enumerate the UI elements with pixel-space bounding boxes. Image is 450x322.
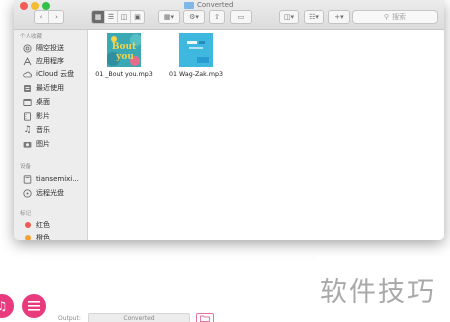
sidebar-item-music[interactable]: ♫ 音乐: [23, 124, 50, 136]
tag-icon: ▭: [237, 13, 245, 21]
sidebar-item-label: tiansemixi...: [36, 175, 79, 183]
sidebar-item-label: 隔空投送: [36, 44, 64, 52]
sidebar-section-tags: 标记: [20, 211, 32, 217]
gear-icon: ⚙▾: [189, 13, 199, 21]
sidebar-item-label: 应用程序: [36, 57, 64, 65]
sidebar-item-label: 音乐: [36, 126, 50, 134]
folder-icon: [184, 1, 194, 9]
movies-icon: [23, 111, 32, 121]
document-icon: ◫▾: [283, 13, 295, 21]
window-title: Converted: [197, 1, 234, 9]
sidebar-item-movies[interactable]: 影片: [23, 110, 50, 122]
album-art-thumbnail: Bout you: [107, 33, 141, 67]
folder-icon: [200, 315, 210, 322]
output-label: Output:: [58, 315, 81, 322]
arrange-icon: ▦▾: [163, 13, 175, 21]
search-placeholder: 搜索: [392, 13, 407, 21]
album-art-text-1: Bout: [112, 42, 137, 52]
column-view-icon[interactable]: ◫: [118, 11, 131, 23]
orange-tag-icon: [24, 235, 31, 240]
share-icon: ⇧: [214, 13, 220, 21]
album-art-text-2: you: [115, 52, 134, 62]
sidebar-item-label: 图片: [36, 140, 50, 148]
file-area: Bout you 01 _Bout you.mp3 01 Wag-Zak.mp3: [89, 31, 444, 240]
sidebar-item-label: iCloud 云盘: [36, 70, 75, 78]
pictures-icon: [23, 140, 32, 149]
minimize-window-button[interactable]: [31, 2, 39, 10]
sidebar-item-computer[interactable]: tiansemixi...: [23, 173, 79, 185]
red-tag-icon: [24, 222, 31, 228]
search-icon: ⚲: [383, 13, 390, 21]
navigation-buttons: ‹ ›: [34, 10, 64, 24]
plus-icon: +▾: [334, 13, 344, 21]
airdrop-icon: [23, 43, 32, 53]
action-button[interactable]: ⚙▾: [183, 10, 205, 24]
sidebar-item-icloud[interactable]: iCloud 云盘: [23, 68, 74, 80]
watermark: 软件技巧: [320, 277, 436, 308]
sidebar-item-desktop[interactable]: 桌面: [23, 96, 50, 108]
window-title-area: Converted: [184, 0, 233, 10]
sidebar: 个人收藏 隔空投送 应用程序 iCloud 云盘 最近使用 桌面 影片 ♫ 音乐…: [14, 30, 88, 240]
sidebar-item-recents[interactable]: 最近使用: [23, 82, 64, 94]
archive-button[interactable]: ☷▾: [304, 10, 324, 24]
sidebar-item-label: 红色: [36, 221, 50, 229]
tag-button[interactable]: ▭: [230, 10, 252, 24]
sidebar-item-label: 影片: [36, 112, 50, 120]
desktop-icon: [23, 98, 32, 107]
add-music-button[interactable]: ♫: [0, 294, 14, 318]
sidebar-item-label: 远程光盘: [36, 189, 64, 197]
sidebar-item-applications[interactable]: 应用程序: [23, 55, 64, 67]
open-output-folder-button[interactable]: [196, 313, 214, 322]
archive-icon: ☷▾: [309, 13, 319, 21]
list-view-icon[interactable]: ☰: [105, 11, 118, 23]
cloud-icon: [23, 70, 32, 79]
add-button[interactable]: +▾: [328, 10, 350, 24]
applications-icon: [23, 56, 32, 66]
sidebar-item-pictures[interactable]: 图片: [23, 138, 50, 150]
sidebar-item-label: 橙色: [36, 234, 50, 240]
music-icon: ♫: [23, 125, 32, 135]
title-bar: Converted ‹ › ▦ ☰ ◫ ▣ ▦▾ ⚙▾ ⇧ ▭ ◫▾ ☷▾ +▾…: [14, 0, 444, 30]
file-item-wag-zak[interactable]: 01 Wag-Zak.mp3: [161, 31, 231, 91]
sidebar-item-tag-red[interactable]: 红色: [23, 219, 50, 231]
icon-view-icon[interactable]: ▦: [92, 11, 105, 23]
file-item-bout-you[interactable]: Bout you 01 _Bout you.mp3: [89, 31, 159, 91]
sidebar-section-devices: 设备: [20, 164, 32, 170]
sidebar-item-airdrop[interactable]: 隔空投送: [23, 42, 64, 54]
close-window-button[interactable]: [20, 2, 28, 10]
disc-icon: [23, 188, 32, 198]
music-add-icon: ♫: [0, 299, 8, 313]
share-button[interactable]: ⇧: [209, 10, 225, 24]
search-input[interactable]: ⚲ 搜索: [352, 10, 438, 24]
album-art-thumbnail: [179, 33, 213, 67]
list-menu-icon: [28, 301, 40, 311]
zoom-window-button[interactable]: [42, 2, 50, 10]
sidebar-item-label: 最近使用: [36, 84, 64, 92]
gallery-view-icon[interactable]: ▣: [131, 11, 144, 23]
file-name: 01 _Bout you.mp3: [95, 71, 153, 78]
view-mode-control: ▦ ☰ ◫ ▣: [91, 10, 145, 24]
menu-list-button[interactable]: [22, 294, 46, 318]
back-icon[interactable]: ‹: [34, 11, 49, 23]
output-path-field[interactable]: Converted: [88, 313, 190, 322]
sidebar-item-remote-disc[interactable]: 远程光盘: [23, 187, 64, 199]
sidebar-item-tag-orange[interactable]: 橙色: [23, 232, 50, 240]
sidebar-section-favorites: 个人收藏: [20, 34, 43, 40]
recents-icon: [23, 84, 32, 93]
forward-icon[interactable]: ›: [49, 11, 64, 23]
computer-icon: [23, 174, 32, 184]
finder-window: Converted ‹ › ▦ ☰ ◫ ▣ ▦▾ ⚙▾ ⇧ ▭ ◫▾ ☷▾ +▾…: [14, 0, 444, 240]
file-name: 01 Wag-Zak.mp3: [169, 71, 223, 78]
sidebar-item-label: 桌面: [36, 98, 50, 106]
document-button[interactable]: ◫▾: [279, 10, 299, 24]
arrange-button[interactable]: ▦▾: [158, 10, 180, 24]
